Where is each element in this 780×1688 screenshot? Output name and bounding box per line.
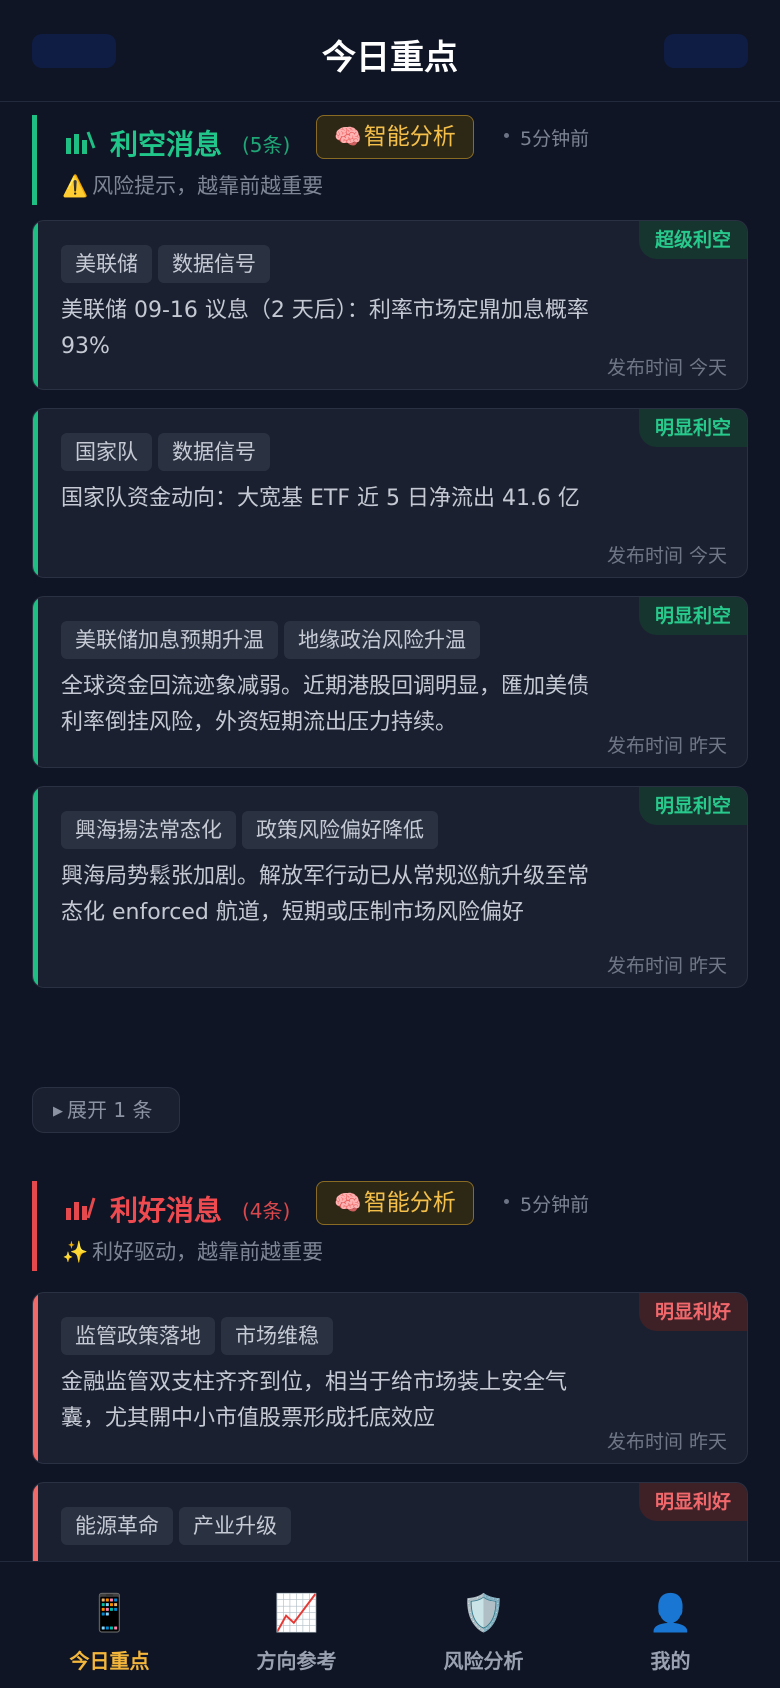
section-count: (5条) bbox=[242, 133, 291, 157]
card-accent-bar bbox=[33, 597, 38, 767]
severity-badge: 明显利好 bbox=[638, 1293, 747, 1331]
tag[interactable]: 美联储 bbox=[61, 245, 152, 283]
sparkles-icon: ✨ bbox=[62, 1240, 89, 1264]
bearish-section-header: 利空消息 (5条) 🧠智能分析 5分钟前 ⚠️ 风险提示，越靠前越重要 bbox=[32, 115, 748, 205]
bar-chart-down-icon bbox=[66, 131, 96, 154]
tag[interactable]: 地缘政治风险升温 bbox=[284, 621, 480, 659]
shield-icon: 🛡️ bbox=[461, 1593, 506, 1634]
card-accent-bar bbox=[33, 1483, 38, 1561]
section-accent-bar bbox=[32, 115, 37, 205]
tag-list: 国家队 数据信号 bbox=[61, 433, 276, 471]
severity-badge: 明显利空 bbox=[638, 409, 747, 447]
tab-today-focus[interactable]: 📱 今日重点 bbox=[12, 1562, 207, 1688]
section-hint: ⚠️ 风险提示，越靠前越重要 bbox=[62, 170, 323, 200]
section-count: (4条) bbox=[242, 1199, 291, 1223]
tab-label: 方向参考 bbox=[256, 1649, 337, 1673]
publish-time: 发布时间 今天 bbox=[606, 357, 727, 379]
news-text: 金融监管双支柱齐齐到位，相当于给市场装上安全气囊，尤其開中小市值股票形成托底效应 bbox=[61, 1370, 568, 1431]
phone-icon: 📱 bbox=[87, 1593, 132, 1634]
tag[interactable]: 政策风险偏好降低 bbox=[242, 811, 438, 849]
tag[interactable]: 数据信号 bbox=[158, 245, 270, 283]
tab-label: 我的 bbox=[650, 1649, 691, 1673]
tab-mine[interactable]: 👤 我的 bbox=[573, 1562, 768, 1688]
tab-direction[interactable]: 📈 方向参考 bbox=[199, 1562, 394, 1688]
expand-more-button[interactable]: ▶ 展开 1 条 bbox=[32, 1087, 180, 1133]
separator-dot bbox=[504, 1199, 509, 1204]
separator-dot bbox=[504, 133, 509, 138]
update-time: 5分钟前 bbox=[520, 128, 590, 150]
tag[interactable]: 美联储加息预期升温 bbox=[61, 621, 278, 659]
news-text: 全球资金回流迹象减弱。近期港股回调明显，匯加美债利率倒挂风险，外资短期流出压力持… bbox=[61, 674, 590, 735]
section-hint: ✨ 利好驱动，越靠前越重要 bbox=[62, 1236, 323, 1266]
severity-badge: 明显利好 bbox=[638, 1483, 747, 1521]
card-accent-bar bbox=[33, 787, 38, 987]
tag-list: 興海揚法常态化 政策风险偏好降低 bbox=[61, 811, 444, 849]
tag[interactable]: 国家队 bbox=[61, 433, 152, 471]
brain-icon: 🧠 bbox=[334, 125, 362, 150]
triangle-right-icon: ▶ bbox=[53, 1104, 63, 1119]
section-accent-bar bbox=[32, 1181, 37, 1271]
tab-risk-analysis[interactable]: 🛡️ 风险分析 bbox=[386, 1562, 581, 1688]
news-text: 興海局势鬆张加剧。解放军行动已从常规巡航升级至常态化 enforced 航道，短… bbox=[61, 864, 590, 925]
tag-list: 美联储 数据信号 bbox=[61, 245, 276, 283]
news-card[interactable]: 明显利空 美联储加息预期升温 地缘政治风险升温 全球资金回流迹象减弱。近期港股回调… bbox=[32, 596, 748, 768]
card-accent-bar bbox=[33, 1293, 38, 1463]
section-hint-text: 利好驱动，越靠前越重要 bbox=[92, 1240, 324, 1264]
publish-time: 发布时间 昨天 bbox=[606, 955, 727, 977]
news-card[interactable]: 明显利空 興海揚法常态化 政策风险偏好降低 興海局势鬆张加剧。解放军行动已从常规巡… bbox=[32, 786, 748, 988]
publish-time: 发布时间 昨天 bbox=[606, 735, 727, 757]
ai-analysis-button[interactable]: 🧠智能分析 bbox=[316, 1181, 474, 1225]
ai-analysis-label: 智能分析 bbox=[363, 124, 456, 150]
trend-chart-icon: 📈 bbox=[274, 1593, 319, 1634]
severity-badge: 明显利空 bbox=[638, 787, 747, 825]
warning-icon: ⚠️ bbox=[62, 174, 89, 198]
tag[interactable]: 数据信号 bbox=[158, 433, 270, 471]
tag-list: 监管政策落地 市场维稳 bbox=[61, 1317, 339, 1355]
main-content: 利空消息 (5条) 🧠智能分析 5分钟前 ⚠️ 风险提示，越靠前越重要 超级利空 … bbox=[0, 103, 780, 1561]
news-card[interactable]: 明显利好 能源革命 产业升级 bbox=[32, 1482, 748, 1561]
bar-chart-up-icon bbox=[66, 1197, 96, 1220]
brain-icon: 🧠 bbox=[334, 1191, 362, 1216]
user-icon: 👤 bbox=[648, 1593, 693, 1634]
tag[interactable]: 興海揚法常态化 bbox=[61, 811, 236, 849]
expand-label: 展开 1 条 bbox=[67, 1098, 153, 1122]
update-time: 5分钟前 bbox=[520, 1194, 590, 1216]
news-text: 国家队资金动向：大宽基 ETF 近 5 日净流出 41.6 亿 bbox=[61, 486, 580, 511]
section-title: 利空消息 bbox=[110, 128, 223, 161]
bottom-tab-bar: 📱 今日重点 📈 方向参考 🛡️ 风险分析 👤 我的 bbox=[0, 1561, 780, 1688]
severity-badge: 明显利空 bbox=[638, 597, 747, 635]
header-right-placeholder bbox=[664, 34, 748, 68]
publish-time: 发布时间 今天 bbox=[606, 545, 727, 567]
news-text: 美联储 09-16 议息（2 天后）：利率市场定鼎加息概率 93% bbox=[61, 298, 589, 359]
tag[interactable]: 监管政策落地 bbox=[61, 1317, 215, 1355]
card-accent-bar bbox=[33, 409, 38, 577]
tab-label: 今日重点 bbox=[69, 1649, 150, 1673]
page-title: 今日重点 bbox=[322, 38, 458, 78]
news-card[interactable]: 明显利好 监管政策落地 市场维稳 金融监管双支柱齐齐到位，相当于给市场装上安全气囊… bbox=[32, 1292, 748, 1464]
ai-analysis-button[interactable]: 🧠智能分析 bbox=[316, 115, 474, 159]
tab-label: 风险分析 bbox=[443, 1649, 524, 1673]
header: 今日重点 bbox=[0, 0, 780, 102]
ai-analysis-label: 智能分析 bbox=[363, 1190, 456, 1216]
tag-list: 美联储加息预期升温 地缘政治风险升温 bbox=[61, 621, 486, 659]
card-accent-bar bbox=[33, 221, 38, 389]
bullish-section-header: 利好消息 (4条) 🧠智能分析 5分钟前 ✨ 利好驱动，越靠前越重要 bbox=[32, 1181, 748, 1271]
publish-time: 发布时间 昨天 bbox=[606, 1431, 727, 1453]
news-card[interactable]: 超级利空 美联储 数据信号 美联储 09-16 议息（2 天后）：利率市场定鼎加息… bbox=[32, 220, 748, 390]
tag[interactable]: 产业升级 bbox=[179, 1507, 291, 1545]
section-title: 利好消息 bbox=[110, 1194, 223, 1227]
news-card[interactable]: 明显利空 国家队 数据信号 国家队资金动向：大宽基 ETF 近 5 日净流出 41… bbox=[32, 408, 748, 578]
tag[interactable]: 市场维稳 bbox=[221, 1317, 333, 1355]
tag-list: 能源革命 产业升级 bbox=[61, 1507, 297, 1545]
severity-badge: 超级利空 bbox=[638, 221, 747, 259]
tag[interactable]: 能源革命 bbox=[61, 1507, 173, 1545]
section-hint-text: 风险提示，越靠前越重要 bbox=[92, 174, 324, 198]
app-root: 今日重点 利空消息 (5条) 🧠智能分析 5分钟前 ⚠️ 风险提示，越靠前越重要 … bbox=[0, 0, 780, 1688]
